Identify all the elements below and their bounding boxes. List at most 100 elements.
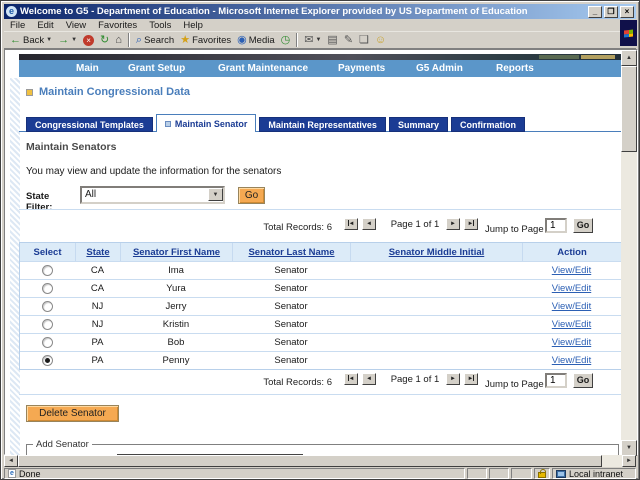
close-button[interactable]: ×: [620, 6, 634, 18]
chevron-down-icon[interactable]: ▼: [208, 188, 223, 201]
cell-state: CA: [75, 280, 120, 297]
menu-help[interactable]: Help: [177, 20, 209, 31]
scroll-up-icon[interactable]: ▲: [621, 50, 637, 66]
view-edit-link[interactable]: View/Edit: [552, 265, 591, 276]
delete-senator-button[interactable]: Delete Senator: [26, 405, 119, 422]
first-page-button[interactable]: ◄: [344, 373, 358, 385]
tab-bar: Congressional TemplatesMaintain SenatorM…: [26, 114, 528, 132]
restore-button[interactable]: ❐: [604, 6, 618, 18]
refresh-button[interactable]: ↻: [97, 33, 112, 48]
jump-to-page-input[interactable]: [545, 218, 567, 233]
nav-grant-setup[interactable]: Grant Setup: [128, 63, 185, 74]
state-filter-select[interactable]: All ▼: [80, 186, 225, 204]
pager-go-button[interactable]: Go: [573, 218, 593, 233]
state-filter-go-button[interactable]: Go: [238, 187, 265, 204]
status-pane-main: e Done: [4, 468, 465, 479]
column-header-senator-middle-initial[interactable]: Senator Middle Initial: [350, 243, 522, 261]
minimize-button[interactable]: _: [588, 6, 602, 18]
view-edit-link[interactable]: View/Edit: [552, 283, 591, 294]
tab-maintain-senator[interactable]: Maintain Senator: [156, 114, 257, 132]
cell-middle-initial: [350, 316, 522, 333]
column-header-senator-last-name[interactable]: Senator Last Name: [232, 243, 350, 261]
nav-main[interactable]: Main: [76, 63, 99, 74]
favorites-icon: ★: [180, 34, 190, 47]
jump-to-page-input[interactable]: [545, 373, 567, 388]
separator-line: [19, 209, 623, 210]
tab-congressional-templates[interactable]: Congressional Templates: [26, 117, 153, 132]
forward-button[interactable]: →▼: [55, 33, 80, 48]
tab-summary[interactable]: Summary: [389, 117, 448, 132]
page-indicator: Page 1 of 1: [386, 374, 444, 385]
chevron-down-icon[interactable]: ▼: [315, 37, 321, 43]
row-radio-button[interactable]: [42, 337, 53, 348]
vertical-scroll-thumb[interactable]: [621, 66, 637, 152]
senator-table-body: CAImaSenatorView/EditCAYuraSenatorView/E…: [20, 261, 622, 369]
scroll-down-icon[interactable]: ▼: [621, 440, 637, 456]
back-button[interactable]: ←Back▼: [7, 33, 55, 48]
status-pane-empty: [467, 468, 487, 479]
cell-middle-initial: [350, 352, 522, 369]
nav-grant-maintenance[interactable]: Grant Maintenance: [218, 63, 308, 74]
next-page-button[interactable]: ►: [446, 218, 460, 230]
pagination-top: Total Records: 6◄◄Page 1 of 1►►Jump to P…: [5, 215, 623, 237]
column-header-senator-first-name[interactable]: Senator First Name: [120, 243, 232, 261]
prev-page-button[interactable]: ◄: [362, 373, 376, 385]
menu-view[interactable]: View: [60, 20, 92, 31]
menu-favorites[interactable]: Favorites: [92, 20, 143, 31]
row-radio-button[interactable]: [42, 265, 53, 276]
chevron-down-icon[interactable]: ▼: [46, 37, 52, 43]
nav-g5-admin[interactable]: G5 Admin: [416, 63, 463, 74]
pagination-bottom: Total Records: 6◄◄Page 1 of 1►►Jump to P…: [5, 370, 623, 392]
home-button[interactable]: ⌂: [112, 33, 125, 48]
refresh-icon: ↻: [100, 34, 109, 47]
vertical-scrollbar[interactable]: ▲ ▼: [621, 50, 637, 456]
menu-edit[interactable]: Edit: [31, 20, 59, 31]
cell-last-name: Senator: [232, 334, 350, 351]
view-edit-link[interactable]: View/Edit: [552, 355, 591, 366]
row-radio-button[interactable]: [42, 319, 53, 330]
search-button[interactable]: ⌕Search: [133, 33, 177, 48]
view-edit-link[interactable]: View/Edit: [552, 301, 591, 312]
prev-page-button[interactable]: ◄: [362, 218, 376, 230]
table-row: CAImaSenatorView/Edit: [20, 261, 622, 279]
print-button[interactable]: ▤: [324, 33, 340, 48]
first-page-button[interactable]: ◄: [344, 218, 358, 230]
mail-button[interactable]: ✉▼: [301, 33, 324, 48]
intranet-zone-icon: [556, 470, 566, 478]
search-icon: ⌕: [136, 34, 142, 47]
scroll-right-icon[interactable]: ►: [622, 455, 636, 467]
back-label: Back: [23, 35, 44, 46]
nav-reports[interactable]: Reports: [496, 63, 534, 74]
view-edit-link[interactable]: View/Edit: [552, 337, 591, 348]
messenger-button[interactable]: ☺: [372, 33, 389, 48]
edit-button[interactable]: ✎: [341, 33, 356, 48]
nav-payments[interactable]: Payments: [338, 63, 385, 74]
scroll-left-icon[interactable]: ◄: [4, 455, 18, 467]
favorites-button[interactable]: ★Favorites: [177, 33, 234, 48]
separator-line: [19, 394, 623, 395]
cell-select: [20, 298, 75, 315]
tab-maintain-representatives[interactable]: Maintain Representatives: [259, 117, 386, 132]
row-radio-button[interactable]: [42, 283, 53, 294]
row-radio-button[interactable]: [42, 355, 53, 366]
column-header-state[interactable]: State: [75, 243, 120, 261]
view-edit-link[interactable]: View/Edit: [552, 319, 591, 330]
discuss-button[interactable]: ❏: [356, 33, 372, 48]
stop-button[interactable]: ×: [80, 33, 97, 48]
last-page-button[interactable]: ►: [464, 218, 478, 230]
pager-go-button[interactable]: Go: [573, 373, 593, 388]
menu-file[interactable]: File: [4, 20, 31, 31]
next-page-button[interactable]: ►: [446, 373, 460, 385]
media-button[interactable]: ◉Media: [234, 33, 277, 48]
chevron-down-icon[interactable]: ▼: [71, 37, 77, 43]
history-button[interactable]: ◷: [278, 33, 294, 48]
horizontal-scroll-thumb[interactable]: [18, 455, 602, 467]
row-radio-button[interactable]: [42, 301, 53, 312]
media-label: Media: [249, 35, 275, 46]
horizontal-scrollbar[interactable]: ◄ ►: [4, 455, 636, 467]
menu-tools[interactable]: Tools: [143, 20, 177, 31]
tab-confirmation[interactable]: Confirmation: [451, 117, 525, 132]
cell-state: NJ: [75, 298, 120, 315]
table-row: CAYuraSenatorView/Edit: [20, 279, 622, 297]
last-page-button[interactable]: ►: [464, 373, 478, 385]
